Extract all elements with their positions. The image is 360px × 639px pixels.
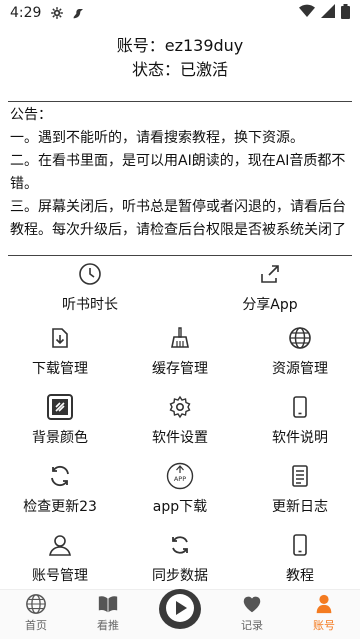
announcement: 公告： 一。遇到不能听的，请看搜索教程，换下资源。 二。在看书里面，是可以用AI… bbox=[8, 101, 352, 256]
account-manager-button[interactable]: 账号管理 bbox=[0, 529, 120, 598]
settings-status-icon bbox=[49, 5, 65, 21]
palette-icon bbox=[46, 393, 74, 421]
tab-account-label: 账号 bbox=[313, 619, 335, 632]
gear-icon bbox=[166, 393, 194, 421]
phone-icon bbox=[286, 531, 314, 559]
tab-recommend[interactable]: 看推 bbox=[72, 589, 144, 639]
tutorial-button[interactable]: 教程 bbox=[240, 529, 360, 598]
sync-data-button[interactable]: 同步数据 bbox=[120, 529, 240, 598]
download-manager-button[interactable]: 下载管理 bbox=[0, 322, 120, 391]
globe-icon bbox=[25, 593, 47, 615]
tab-history[interactable]: 记录 bbox=[216, 589, 288, 639]
app-download-icon: APP bbox=[166, 462, 194, 490]
resource-manager-label: 资源管理 bbox=[271, 361, 328, 377]
app-settings-label: 软件设置 bbox=[151, 430, 208, 446]
status-time: 4:29 bbox=[10, 5, 42, 21]
announcement-item: 三。屏幕关闭后，听书总是暂停或者闪退的，请看后台教程。每次升级后，请检查后台权限… bbox=[10, 199, 346, 238]
app-download-label: app下载 bbox=[152, 499, 208, 515]
download-icon bbox=[46, 324, 74, 352]
user-icon bbox=[46, 531, 74, 559]
sync-icon bbox=[166, 531, 194, 559]
cache-manager-button[interactable]: 缓存管理 bbox=[120, 322, 240, 391]
refresh-icon bbox=[46, 462, 74, 490]
background-color-label: 背景颜色 bbox=[31, 430, 88, 446]
app-instructions-label: 软件说明 bbox=[271, 430, 328, 446]
user-icon bbox=[313, 593, 335, 615]
wifi-icon bbox=[299, 4, 315, 22]
share-icon bbox=[256, 260, 284, 288]
tab-home[interactable]: 首页 bbox=[0, 589, 72, 639]
clock-icon bbox=[76, 260, 104, 288]
action-grid: 听书时长 分享App 下载管理 缓存管理 资源管理 背景颜色 软件设置 软件说明… bbox=[0, 258, 360, 598]
app-instructions-button[interactable]: 软件说明 bbox=[240, 391, 360, 460]
bird-status-icon bbox=[71, 5, 87, 21]
bottom-nav: 首页 看推 记录 账号 bbox=[0, 589, 360, 639]
share-app-label: 分享App bbox=[242, 297, 298, 313]
listening-time-label: 听书时长 bbox=[62, 297, 118, 313]
play-icon bbox=[165, 593, 195, 626]
share-app-button[interactable]: 分享App bbox=[180, 258, 360, 322]
account-manager-label: 账号管理 bbox=[31, 568, 88, 584]
account-info: 账号：ez139duy 状态：已激活 bbox=[0, 34, 360, 82]
phone-icon bbox=[286, 393, 314, 421]
tab-account[interactable]: 账号 bbox=[288, 589, 360, 639]
resource-manager-button[interactable]: 资源管理 bbox=[240, 322, 360, 391]
account-id: 账号：ez139duy bbox=[116, 36, 244, 55]
play-button[interactable] bbox=[159, 589, 201, 629]
tab-play[interactable] bbox=[144, 589, 216, 639]
check-update-label: 检查更新23 bbox=[23, 499, 97, 515]
update-log-button[interactable]: 更新日志 bbox=[240, 460, 360, 529]
background-color-button[interactable]: 背景颜色 bbox=[0, 391, 120, 460]
signal-icon bbox=[321, 4, 335, 22]
app-settings-button[interactable]: 软件设置 bbox=[120, 391, 240, 460]
svg-text:APP: APP bbox=[174, 475, 186, 483]
download-manager-label: 下载管理 bbox=[31, 361, 88, 377]
update-log-label: 更新日志 bbox=[271, 499, 328, 515]
app-download-button[interactable]: APP app下载 bbox=[120, 460, 240, 529]
document-icon bbox=[286, 462, 314, 490]
broom-icon bbox=[166, 324, 194, 352]
announcement-title: 公告： bbox=[10, 107, 52, 123]
tutorial-label: 教程 bbox=[285, 568, 314, 584]
announcement-item: 一。遇到不能听的，请看搜索教程，换下资源。 bbox=[10, 130, 304, 146]
announcement-item: 二。在看书里面，是可以用AI朗读的，现在AI音质都不错。 bbox=[10, 153, 346, 192]
tab-recommend-label: 看推 bbox=[97, 619, 119, 632]
globe-icon bbox=[286, 324, 314, 352]
cache-manager-label: 缓存管理 bbox=[151, 361, 208, 377]
book-icon bbox=[97, 593, 119, 615]
sync-data-label: 同步数据 bbox=[151, 568, 208, 584]
status-bar: 4:29 bbox=[0, 0, 360, 26]
account-status: 状态：已激活 bbox=[131, 60, 228, 79]
tab-history-label: 记录 bbox=[241, 619, 263, 632]
battery-icon bbox=[341, 3, 350, 23]
tab-home-label: 首页 bbox=[25, 619, 47, 632]
heart-icon bbox=[241, 593, 263, 615]
check-update-button[interactable]: 检查更新23 bbox=[0, 460, 120, 529]
listening-time-button[interactable]: 听书时长 bbox=[0, 258, 180, 322]
